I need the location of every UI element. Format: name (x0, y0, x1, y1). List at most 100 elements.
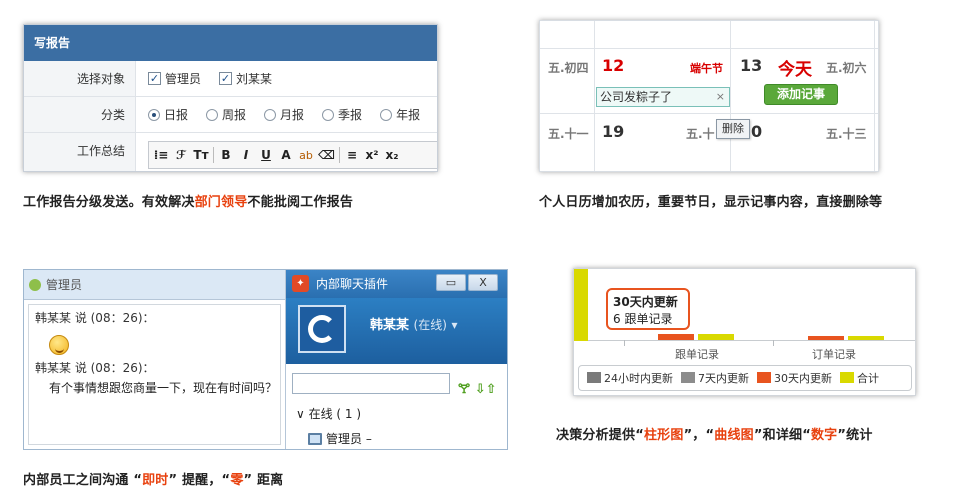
contact-name: 管理员 – (326, 432, 372, 446)
smiley-emoji-icon (49, 335, 69, 355)
radio-weekly[interactable] (206, 108, 219, 121)
stats-caption: 决策分析提供“柱形图”，“曲线图”和详细“数字”统计 (556, 424, 873, 443)
calendar-day[interactable]: 19 (602, 122, 624, 141)
lunar-date: 五.初四 (548, 61, 589, 75)
profile-header: 韩某某 (在线) ▾ (286, 298, 507, 364)
legend-item[interactable]: 24小时内更新 (587, 370, 673, 386)
checkbox-liu[interactable]: ✓ (219, 72, 233, 85)
chat-panel: 管理员 韩某某 说 (08：26)： 韩某某 说 (08：26)： 有个事情想跟… (23, 269, 508, 450)
delete-button[interactable]: 删除 (716, 119, 750, 139)
user-status: (在线) (413, 318, 447, 332)
radio-quarterly[interactable] (322, 108, 335, 121)
legend-label: 30天内更新 (774, 372, 832, 385)
calendar-caption: 个人日历增加农历，重要节日，显示记事内容，直接删除等 (539, 195, 883, 210)
indent-icon[interactable]: ⁞≡ (153, 146, 169, 164)
radio-daily[interactable] (148, 108, 160, 121)
user-name-text: 韩某某 (370, 318, 410, 333)
subscript-button[interactable]: x₂ (384, 146, 400, 164)
chart-legend: 24小时内更新 7天内更新 30天内更新 合计 (578, 365, 912, 391)
report-caption-post: 不能批阅工作报告 (247, 195, 354, 210)
tooltip-title: 30天内更新 (613, 295, 678, 309)
underline-button[interactable]: U (258, 146, 274, 164)
calendar-panel: 五.初四 12 端午节 13 今天 五.初六 公司发粽子了 × 添加记事 五.十一… (539, 20, 879, 172)
chart-bar[interactable] (808, 336, 844, 340)
chart-bar[interactable] (658, 334, 694, 340)
computer-icon (308, 432, 322, 445)
font-size-icon[interactable]: Tт (193, 146, 209, 164)
lunar-date: 五.十三 (826, 127, 867, 141)
calendar-note[interactable]: 公司发粽子了 × (596, 87, 730, 107)
checkbox-admin-label: 管理员 (165, 72, 202, 86)
search-input[interactable] (292, 373, 450, 394)
x-axis (588, 340, 915, 341)
calendar-note-text: 公司发粽子了 (600, 90, 673, 104)
lunar-date: 五.十一 (548, 127, 589, 141)
add-contact-icon[interactable]: 🝖 ⇩⇧ (458, 375, 496, 401)
font-family-icon[interactable]: ℱ (173, 146, 189, 164)
summary-label: 工作总结 (24, 133, 136, 171)
bold-button[interactable]: B (218, 146, 234, 164)
avatar[interactable] (298, 305, 346, 353)
radio-quarterly-label: 季报 (338, 108, 363, 122)
tooltip-value: 6 跟单记录 (613, 312, 673, 326)
stats-caption-text: ”统计 (837, 428, 873, 443)
stats-caption-highlight: 柱形图 (643, 428, 684, 443)
user-icon (29, 279, 41, 291)
checkbox-admin[interactable]: ✓ (148, 72, 161, 85)
highlight-button[interactable]: ab (298, 146, 314, 164)
report-caption: 工作报告分级发送。有效解决部门领导不能批阅工作报告 (23, 191, 353, 210)
add-note-button[interactable]: 添加记事 (764, 84, 838, 105)
editor-toolbar: ⁞≡ ℱ Tт B I U A ab ⌫ ≡ x² x₂ (148, 141, 437, 169)
align-icon[interactable]: ≡ (344, 146, 360, 164)
calendar-day[interactable]: 13 (740, 56, 762, 75)
chat-plugin-window: ✦ 内部聊天插件 ▭ X 韩某某 (在线) ▾ 🝖 ⇩⇧ ∨ 在线 ( 1 ) … (286, 270, 507, 449)
chat-caption-pre: 内部员工之间沟通 “ (23, 473, 143, 488)
font-color-button[interactable]: A (278, 146, 294, 164)
radio-daily-label: 日报 (164, 108, 189, 122)
chevron-down-icon[interactable]: ▾ (451, 318, 457, 332)
radio-monthly[interactable] (264, 108, 277, 121)
eraser-icon[interactable]: ⌫ (318, 146, 335, 164)
legend-item[interactable]: 合计 (840, 370, 879, 386)
legend-label: 7天内更新 (698, 372, 749, 385)
chart-bar-edge (574, 269, 588, 341)
category-label: 订单记录 (812, 348, 856, 361)
close-button[interactable]: X (468, 274, 498, 291)
chart-bar[interactable] (848, 336, 884, 340)
calendar-day[interactable]: 0 (751, 122, 762, 141)
legend-item[interactable]: 7天内更新 (681, 370, 749, 386)
message-area[interactable]: 韩某某 说 (08：26)： 韩某某 说 (08：26)： 有个事情想跟您商量一… (28, 304, 281, 445)
superscript-button[interactable]: x² (364, 146, 380, 164)
chat-caption-highlight: 即时 (142, 473, 169, 488)
report-form-title: 写报告 (24, 25, 437, 61)
message-header: 韩某某 说 (08：26)： (35, 311, 155, 325)
stats-caption-text: 决策分析提供“ (556, 428, 644, 443)
chat-window-title: 管理员 (46, 278, 83, 292)
online-group[interactable]: ∨ 在线 ( 1 ) (296, 405, 361, 422)
stats-caption-highlight: 曲线图 (714, 428, 754, 443)
note-close-icon[interactable]: × (716, 88, 725, 106)
contact-item[interactable]: 管理员 – (308, 430, 372, 447)
lunar-date: 五.初六 (826, 61, 867, 75)
today-label: 今天 (778, 60, 812, 80)
radio-yearly[interactable] (380, 108, 393, 121)
minimize-button[interactable]: ▭ (436, 274, 466, 291)
legend-item[interactable]: 30天内更新 (757, 370, 832, 386)
radio-weekly-label: 周报 (222, 108, 247, 122)
select-target-row: 选择对象 ✓ 管理员 ✓ 刘某某 (24, 61, 437, 97)
category-label: 跟单记录 (675, 348, 719, 361)
legend-label: 合计 (857, 372, 879, 385)
calendar-day[interactable]: 12 (602, 56, 624, 75)
category-row: 分类 日报 周报 月报 季报 年报 (24, 97, 437, 133)
category-label: 分类 (24, 97, 136, 132)
italic-button[interactable]: I (238, 146, 254, 164)
select-target-label: 选择对象 (24, 61, 136, 96)
chart-tooltip: 30天内更新 6 跟单记录 (606, 288, 690, 330)
report-caption-highlight: 部门领导 (194, 195, 248, 210)
report-caption-pre: 工作报告分级发送。有效解决 (23, 195, 195, 210)
chart-bar[interactable] (698, 334, 734, 340)
user-name[interactable]: 韩某某 (在线) ▾ (370, 314, 457, 333)
stats-caption-text: ”和详细“ (753, 428, 811, 443)
message-text: 有个事情想跟您商量一下，现在有时间吗？ (49, 381, 278, 395)
radio-yearly-label: 年报 (396, 108, 421, 122)
